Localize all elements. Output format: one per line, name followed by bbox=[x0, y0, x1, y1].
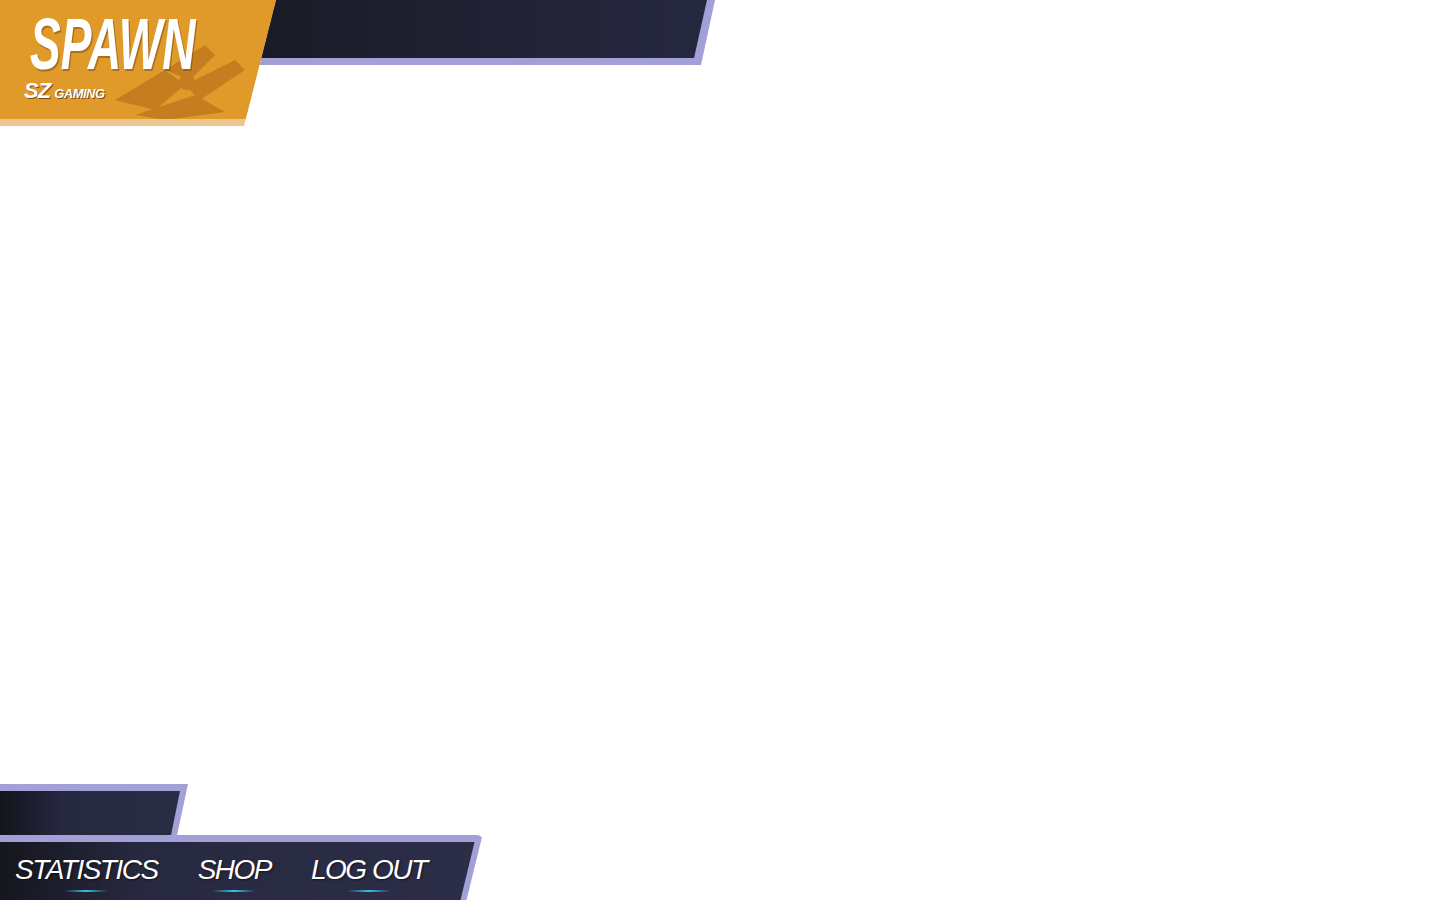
nav-bar: STATISTICS SHOP LOG OUT bbox=[0, 842, 475, 900]
logo-title: SPAWN bbox=[30, 8, 187, 80]
info-panel bbox=[0, 784, 188, 840]
logo-tag: SZ bbox=[24, 78, 50, 104]
logo-label: GAMING bbox=[54, 86, 104, 101]
header: SPAWNSZ GAMING bbox=[0, 0, 1440, 126]
nav-item[interactable]: STATISTICS bbox=[15, 848, 158, 894]
footer: STATISTICS SHOP LOG OUT bbox=[0, 784, 1440, 900]
logo-frame: SPAWNSZ GAMING bbox=[0, 0, 276, 126]
logo: SPAWNSZ GAMING bbox=[0, 0, 276, 119]
logo-subtitle: SZ GAMING bbox=[24, 78, 276, 104]
info-panel-fill bbox=[0, 791, 180, 840]
nav-item[interactable]: LOG OUT bbox=[311, 848, 427, 894]
nav-item[interactable]: SHOP bbox=[198, 848, 271, 894]
nav-frame: STATISTICS SHOP LOG OUT bbox=[0, 835, 483, 900]
game-menu: SPAWNSZ GAMING STATISTICS SHOP LOG OUT bbox=[0, 0, 1440, 900]
